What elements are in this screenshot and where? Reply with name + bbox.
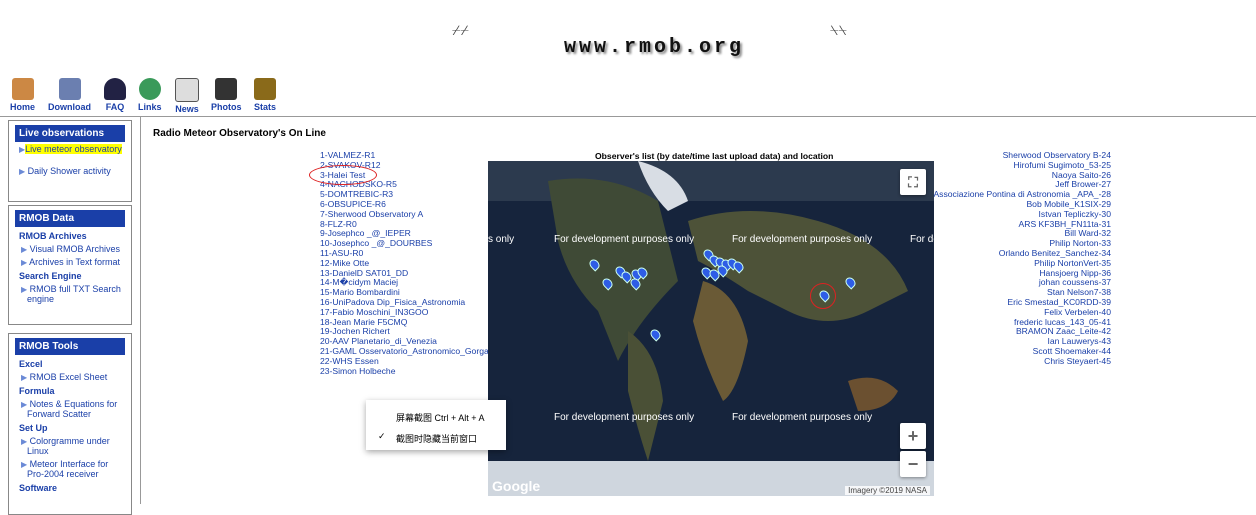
colorgramme-link[interactable]: ▶ Colorgramme under Linux — [9, 436, 131, 456]
map-attribution: Imagery ©2019 NASA — [845, 486, 930, 495]
observer-link[interactable]: Chris Steyaert-45 — [933, 356, 1111, 367]
text-archives-link[interactable]: ▶ Archives in Text format — [9, 257, 131, 267]
header-divider — [0, 116, 1256, 117]
news-icon — [175, 78, 199, 102]
triangle-icon: ▶ — [19, 167, 26, 176]
dev-watermark: For development purposes only — [554, 412, 695, 423]
stats-icon — [254, 78, 276, 100]
sidebar-divider — [140, 116, 141, 504]
rmob-tools-box: RMOB Tools Excel ▶ RMOB Excel Sheet Form… — [8, 333, 132, 515]
nav-download[interactable]: Download — [48, 78, 91, 112]
archives-heading[interactable]: RMOB Archives — [9, 231, 131, 241]
checkmark-icon: ✓ — [378, 431, 386, 441]
search-heading[interactable]: Search Engine — [9, 271, 131, 281]
box-title: Live observations — [15, 125, 125, 142]
excel-heading[interactable]: Excel — [9, 359, 131, 369]
visual-archives-link[interactable]: ▶ Visual RMOB Archives — [9, 244, 131, 254]
fullscreen-button[interactable]: ⛶ — [900, 169, 926, 195]
map-imagery — [488, 161, 934, 496]
dev-watermark: For de — [910, 234, 934, 245]
zoom-out-button[interactable]: − — [900, 451, 926, 477]
live-observations-box: Live observations ▶Live meteor observato… — [8, 120, 132, 202]
formula-heading[interactable]: Formula — [9, 386, 131, 396]
dev-watermark: s only — [488, 234, 515, 245]
excel-sheet-link[interactable]: ▶ RMOB Excel Sheet — [9, 372, 131, 382]
screenshot-menu-item[interactable]: 屏幕截图 Ctrl + Alt + A — [396, 411, 485, 424]
dev-watermark: For development purposes only — [554, 234, 695, 245]
box-title: RMOB Data — [15, 210, 125, 227]
nav-photos[interactable]: Photos — [211, 78, 242, 112]
nav-home[interactable]: Home — [10, 78, 35, 112]
photos-icon — [215, 78, 238, 100]
live-meteor-link[interactable]: ▶Live meteor observatory — [9, 144, 131, 154]
page-title: Radio Meteor Observatory's On Line — [153, 128, 326, 139]
nav-faq[interactable]: FAQ — [104, 78, 126, 112]
dev-watermark: For development purposes only — [732, 412, 873, 423]
faq-icon — [104, 78, 126, 100]
software-heading[interactable]: Software — [9, 483, 131, 493]
home-icon — [11, 78, 34, 100]
map-caption: Observer's list (by date/time last uploa… — [595, 151, 834, 161]
antenna-icon: ⍀⍀ — [830, 22, 847, 38]
highlight-circle — [810, 283, 836, 309]
google-logo: Google — [492, 478, 541, 494]
world-map[interactable]: s only For development purposes only For… — [488, 161, 934, 496]
nav-news[interactable]: News — [175, 78, 199, 114]
box-title: RMOB Tools — [15, 338, 125, 355]
zoom-in-button[interactable]: + — [900, 423, 926, 449]
notes-equations-link[interactable]: ▶ Notes & Equations for Forward Scatter — [9, 399, 131, 419]
hide-window-menu-item[interactable]: 截图时隐藏当前窗口 — [396, 432, 477, 445]
dev-watermark: For development purposes only — [732, 234, 873, 245]
site-title: www.rmob.org — [564, 36, 745, 59]
daily-shower-link[interactable]: ▶ Daily Shower activity — [9, 166, 131, 176]
context-menu: 屏幕截图 Ctrl + Alt + A ✓ 截图时隐藏当前窗口 — [366, 400, 506, 450]
highlight-circle — [309, 165, 377, 185]
nav-links[interactable]: Links — [138, 78, 162, 112]
txt-search-link[interactable]: ▶ RMOB full TXT Search engine — [9, 284, 131, 304]
rmob-data-box: RMOB Data RMOB Archives ▶ Visual RMOB Ar… — [8, 205, 132, 325]
observer-link[interactable]: 23-Simon Holbeche — [320, 366, 489, 377]
setup-heading[interactable]: Set Up — [9, 423, 131, 433]
nav-stats[interactable]: Stats — [254, 78, 276, 112]
observer-list-right: Sherwood Observatory B-24 Hirofumi Sugimo… — [933, 150, 1111, 367]
download-icon — [58, 78, 81, 100]
links-icon — [138, 78, 161, 100]
meteor-interface-link[interactable]: ▶ Meteor Interface for Pro-2004 receiver — [9, 459, 131, 479]
antenna-icon: ⌿⌿ — [452, 22, 469, 38]
